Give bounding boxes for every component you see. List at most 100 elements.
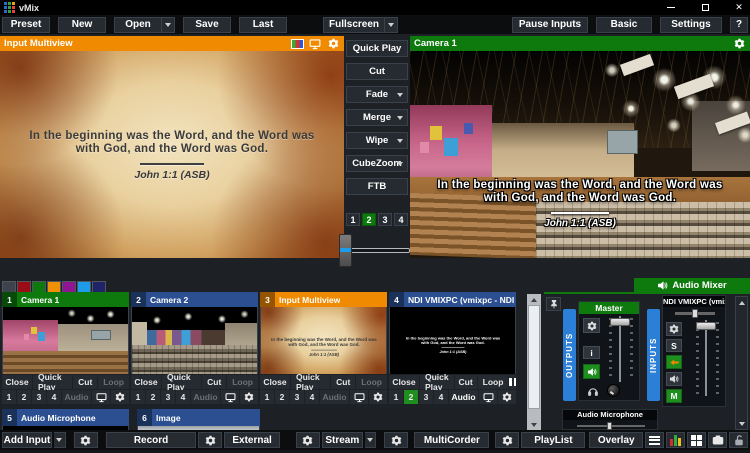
- input5-header[interactable]: 5 Audio Microphone: [2, 409, 129, 426]
- fullscreen-monitor-icon[interactable]: [92, 390, 110, 404]
- playlist-button[interactable]: PlayList: [521, 432, 585, 448]
- overlay-3-button[interactable]: 3: [419, 390, 433, 404]
- audio-meters-button[interactable]: [666, 432, 685, 448]
- maximize-button[interactable]: [698, 2, 712, 14]
- close-button[interactable]: Close: [131, 375, 161, 389]
- master-info-button[interactable]: i: [583, 346, 600, 359]
- menu-button[interactable]: [645, 432, 664, 448]
- loop-button[interactable]: Loop: [356, 375, 387, 389]
- stream-dropdown-button[interactable]: [365, 432, 377, 448]
- close-button[interactable]: Close: [260, 375, 290, 389]
- overlay-2-button[interactable]: 2: [17, 390, 31, 404]
- quick-play-button[interactable]: Quick Play: [162, 375, 201, 389]
- gear-icon[interactable]: [240, 390, 258, 404]
- audio-button[interactable]: Audio: [191, 390, 220, 404]
- overlay-2-button[interactable]: 2: [362, 213, 376, 226]
- tbar-handle[interactable]: [339, 234, 352, 267]
- external-button[interactable]: External: [224, 432, 279, 448]
- ndi-mute-button[interactable]: M: [666, 389, 682, 403]
- input3-thumbnail[interactable]: In the beginning was the Word, and the W…: [260, 307, 387, 374]
- gear-icon[interactable]: [111, 390, 129, 404]
- fullscreen-monitor-icon[interactable]: [221, 390, 239, 404]
- input1-thumbnail[interactable]: [2, 307, 129, 374]
- close-button[interactable]: ✕: [732, 2, 746, 14]
- record-gear-icon[interactable]: [198, 432, 222, 448]
- add-input-gear-icon[interactable]: [74, 432, 98, 448]
- ndi-gear-icon[interactable]: [666, 322, 682, 336]
- pin-mixer-button[interactable]: [546, 297, 561, 311]
- cubezoom-button[interactable]: CubeZoom: [346, 155, 408, 172]
- gear-icon[interactable]: [498, 390, 516, 404]
- basic-button[interactable]: Basic: [596, 17, 652, 33]
- inputs-bus-strip[interactable]: INPUTS: [647, 309, 660, 401]
- ndi-speaker-button[interactable]: [666, 372, 682, 386]
- input2-thumbnail[interactable]: [131, 307, 258, 374]
- gear-icon[interactable]: [369, 390, 387, 404]
- headphone-volume-knob[interactable]: [607, 384, 620, 397]
- master-gear-icon[interactable]: [583, 318, 600, 333]
- overlay-4-button[interactable]: 4: [305, 390, 319, 404]
- pause-inputs-button[interactable]: Pause Inputs: [512, 17, 588, 33]
- quick-play-button[interactable]: Quick Play: [346, 40, 408, 57]
- fullscreen-button[interactable]: Fullscreen: [323, 17, 385, 33]
- audio-button[interactable]: Audio: [449, 390, 478, 404]
- add-input-button[interactable]: Add Input: [2, 432, 52, 448]
- master-speaker-button[interactable]: [583, 364, 600, 379]
- merge-button[interactable]: Merge: [346, 109, 408, 126]
- pause-button[interactable]: [509, 375, 516, 389]
- input-tile-6[interactable]: 6 Image: [137, 409, 260, 430]
- input1-header[interactable]: 1 Camera 1: [2, 292, 129, 307]
- inputs-scrollbar[interactable]: [527, 294, 541, 430]
- master-fader-handle[interactable]: [610, 318, 630, 326]
- overlay-2-button-active[interactable]: 2: [404, 390, 418, 404]
- scroll-down-button[interactable]: [527, 419, 541, 430]
- scroll-down-button[interactable]: [736, 418, 747, 429]
- quick-play-button[interactable]: Quick Play: [291, 375, 330, 389]
- input-tile-4[interactable]: 4 NDI VMIXPC (vmixpc - NDI 2) In the beg…: [389, 292, 516, 404]
- program-gear-icon[interactable]: [732, 38, 746, 50]
- overlay-1-button[interactable]: 1: [346, 213, 360, 226]
- overlay-2-button[interactable]: 2: [275, 390, 289, 404]
- audio-mixer-button[interactable]: Audio Mixer: [634, 278, 750, 292]
- scrollbar-thumb[interactable]: [528, 305, 540, 409]
- wipe-button[interactable]: Wipe: [346, 132, 408, 149]
- outputs-bus-strip[interactable]: OUTPUTS: [563, 309, 576, 401]
- input-tile-3[interactable]: 3 Input Multiview In the beginning was t…: [260, 292, 387, 404]
- multicorder-button[interactable]: MultiCorder: [414, 432, 489, 448]
- overlay-1-button[interactable]: 1: [389, 390, 403, 404]
- overlay-4-button[interactable]: 4: [47, 390, 61, 404]
- input2-header[interactable]: 2 Camera 2: [131, 292, 258, 307]
- input4-header[interactable]: 4 NDI VMIXPC (vmixpc - NDI 2): [389, 292, 516, 307]
- colorbars-icon[interactable]: [290, 38, 304, 50]
- external-gear-icon[interactable]: [296, 432, 320, 448]
- monitor-icon[interactable]: [308, 38, 322, 50]
- minimize-button[interactable]: [664, 2, 678, 14]
- record-button[interactable]: Record: [106, 432, 197, 448]
- cut-button[interactable]: Cut: [346, 63, 408, 80]
- balance-thumb[interactable]: [692, 309, 698, 318]
- quick-play-button[interactable]: Quick Play: [420, 375, 454, 389]
- lock-button[interactable]: [729, 432, 748, 448]
- mic-channel-collapsed[interactable]: Audio Microphone: [562, 409, 658, 430]
- overlay-1-button[interactable]: 1: [260, 390, 274, 404]
- input4-thumbnail[interactable]: In the beginning was the Word, and the W…: [389, 307, 516, 374]
- add-input-dropdown-button[interactable]: [54, 432, 66, 448]
- overlay-3-button[interactable]: 3: [378, 213, 392, 226]
- close-button[interactable]: Close: [389, 375, 419, 389]
- overlay-3-button[interactable]: 3: [161, 390, 175, 404]
- fade-button[interactable]: Fade: [346, 86, 408, 103]
- settings-button[interactable]: Settings: [660, 17, 722, 33]
- overlay-1-button[interactable]: 1: [131, 390, 145, 404]
- ndi-bus-send-button[interactable]: [666, 355, 682, 369]
- loop-button[interactable]: Loop: [227, 375, 258, 389]
- quick-play-button[interactable]: Quick Play: [33, 375, 72, 389]
- overlay-4-button[interactable]: 4: [176, 390, 190, 404]
- cut-button[interactable]: Cut: [455, 375, 477, 389]
- mixer-scrollbar[interactable]: [735, 296, 748, 430]
- cut-button[interactable]: Cut: [202, 375, 226, 389]
- overlay-2-button[interactable]: 2: [146, 390, 160, 404]
- overlay-button[interactable]: Overlay: [589, 432, 643, 448]
- mic-slider-thumb[interactable]: [607, 422, 612, 430]
- save-button[interactable]: Save: [183, 17, 231, 33]
- last-button[interactable]: Last: [239, 17, 287, 33]
